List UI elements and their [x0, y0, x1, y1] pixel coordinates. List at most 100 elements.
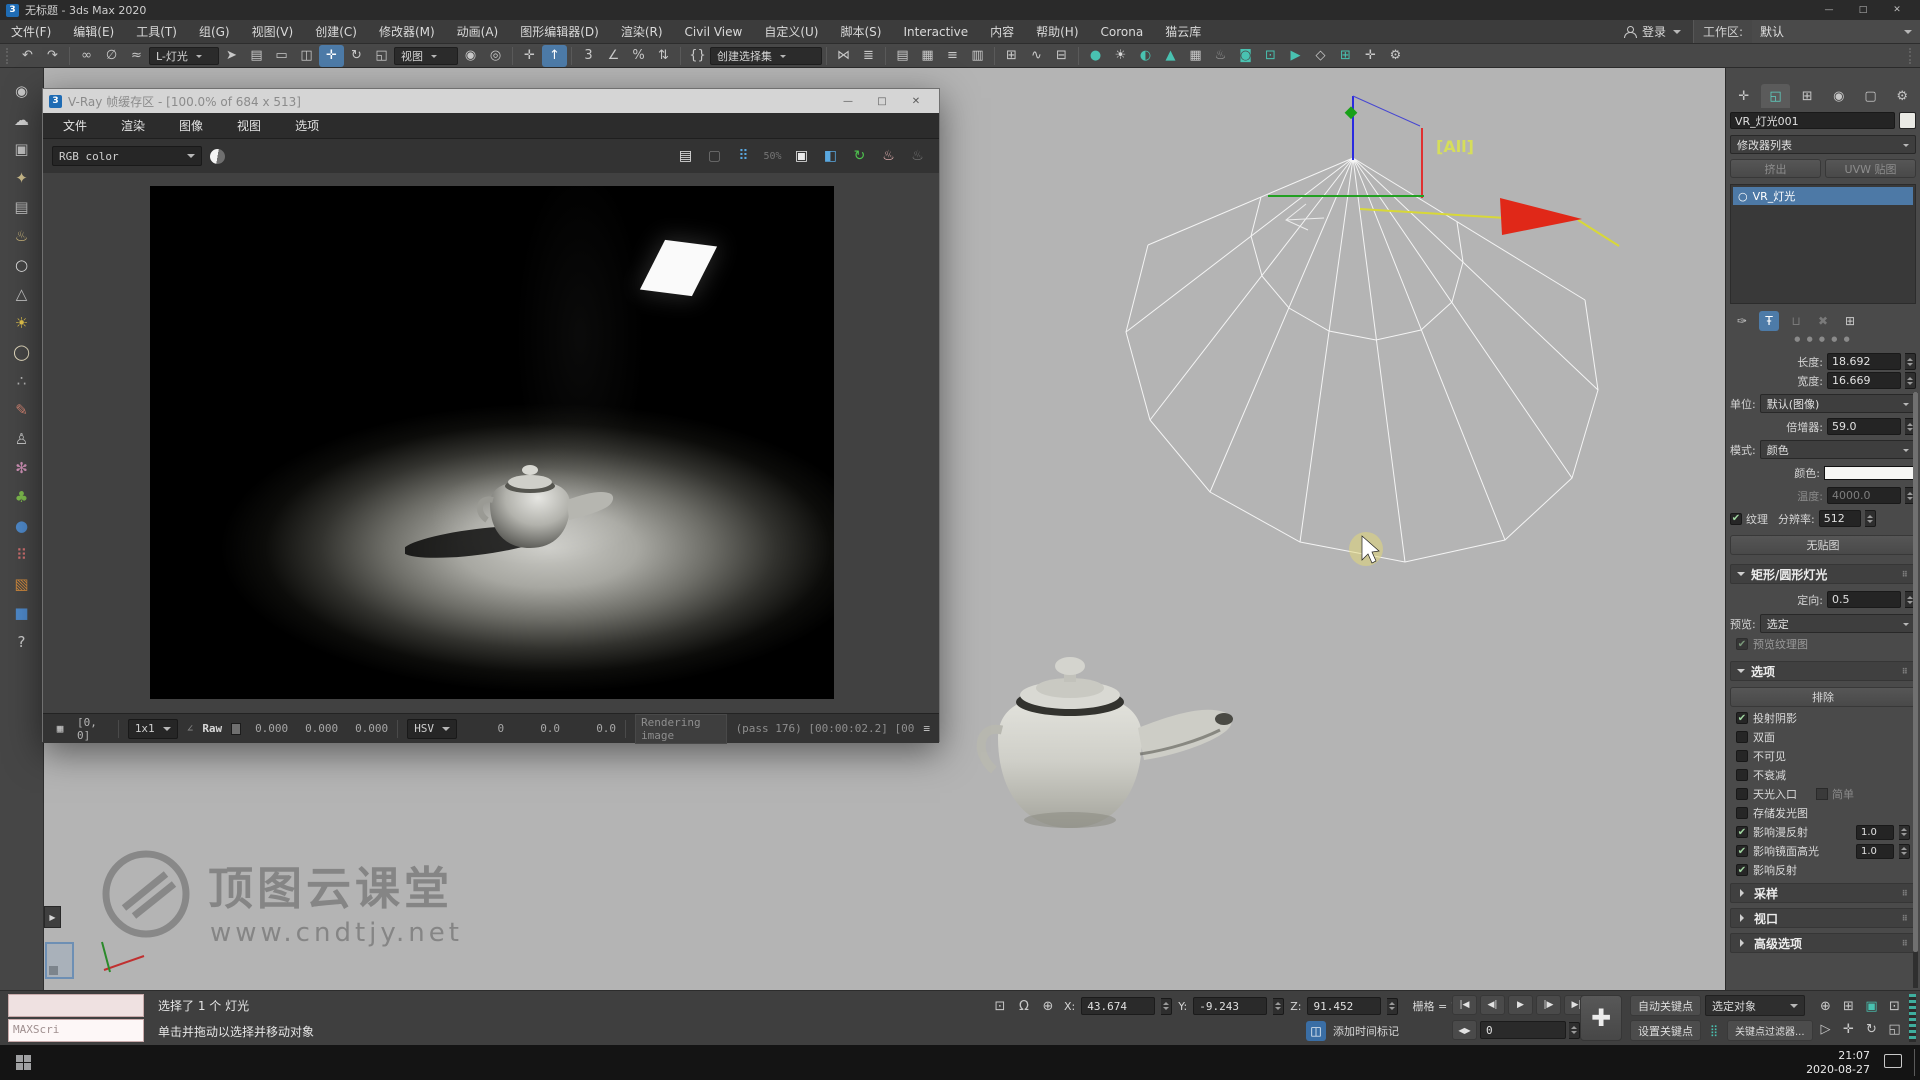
z-coordinate-field[interactable]: 91.452: [1307, 997, 1381, 1015]
key-target-dropdown[interactable]: 选定对象: [1705, 995, 1805, 1016]
stack-tool-icon[interactable]: ✑: [1732, 311, 1752, 331]
manipulate-tool-icon[interactable]: ↑: [542, 45, 567, 67]
link-tool-icon[interactable]: ∅: [99, 45, 124, 67]
selection-tool-icon[interactable]: ➤: [219, 45, 244, 67]
render-tool-icon[interactable]: ♨: [1208, 45, 1233, 67]
left-toolbar-icon[interactable]: ☀: [9, 312, 34, 333]
vfb-window-control[interactable]: ✕: [899, 93, 933, 109]
stack-tool-icon[interactable]: ⊞: [1840, 311, 1860, 331]
window-control-button[interactable]: □: [1846, 2, 1880, 18]
command-panel-tab[interactable]: ⊞: [1792, 84, 1822, 108]
named-selection-set-dropdown[interactable]: 创建选择集: [710, 47, 822, 65]
transform-tool-icon[interactable]: ◱: [369, 45, 394, 67]
vfb-window-control[interactable]: —: [831, 93, 865, 109]
mode-dropdown[interactable]: 颜色: [1760, 440, 1916, 459]
editor-icon[interactable]: ∿: [1024, 45, 1049, 67]
time-tag[interactable]: ◫ 添加时间标记: [1306, 1021, 1399, 1041]
option-checkbox[interactable]: [1736, 731, 1748, 743]
object-name-field[interactable]: VR_灯光001: [1730, 112, 1895, 129]
left-toolbar-icon[interactable]: ○: [9, 254, 34, 275]
current-frame-field[interactable]: 0: [1480, 1021, 1566, 1039]
undo-redo-icon[interactable]: ↶: [15, 45, 40, 67]
mirror-align-icon[interactable]: ≣: [856, 45, 881, 67]
no-map-button[interactable]: 无贴图: [1730, 535, 1916, 555]
menu-item[interactable]: 文件(F): [0, 20, 62, 43]
left-toolbar-icon[interactable]: ◉: [9, 80, 34, 101]
login-button[interactable]: 登录: [1612, 20, 1693, 43]
left-toolbar-icon[interactable]: ⠿: [9, 544, 34, 565]
left-toolbar-icon[interactable]: ✎: [9, 399, 34, 420]
vfb-tool-icon[interactable]: ▤: [673, 145, 698, 167]
pivot-tool-icon[interactable]: ◎: [483, 45, 508, 67]
modifier-list-dropdown[interactable]: 修改器列表: [1730, 135, 1916, 154]
viewport-nav-icon[interactable]: ⊞: [1837, 995, 1860, 1018]
menu-item[interactable]: Civil View: [674, 20, 754, 43]
render-tool-icon[interactable]: ◇: [1308, 45, 1333, 67]
command-panel-tab[interactable]: ◉: [1824, 84, 1854, 108]
length-field[interactable]: 18.692: [1827, 353, 1901, 370]
direction-field[interactable]: 0.5: [1827, 591, 1901, 608]
key-filters-button[interactable]: 关键点过滤器...: [1727, 1020, 1813, 1041]
snap-toggle-icon[interactable]: %: [626, 45, 651, 67]
render-tool-icon[interactable]: ⊡: [1258, 45, 1283, 67]
menu-item[interactable]: 自定义(U): [753, 20, 829, 43]
command-panel-tab[interactable]: ⚙: [1887, 84, 1917, 108]
menu-item[interactable]: 图形编辑器(D): [509, 20, 610, 43]
add-key-button[interactable]: ✚: [1580, 995, 1622, 1041]
channel-dropdown[interactable]: RGB color: [52, 146, 202, 166]
pivot-tool-icon[interactable]: ◉: [458, 45, 483, 67]
selection-lock-icon[interactable]: ⊕: [1038, 996, 1058, 1016]
multiplier-field[interactable]: 59.0: [1827, 418, 1901, 435]
link-tool-icon[interactable]: ≈: [124, 45, 149, 67]
left-toolbar-icon[interactable]: ▣: [9, 138, 34, 159]
menu-item[interactable]: Corona: [1090, 20, 1155, 43]
stack-item-selected[interactable]: ○ VR_灯光: [1733, 187, 1913, 205]
menu-item[interactable]: 组(G): [188, 20, 241, 43]
show-desktop-divider[interactable]: [1914, 1049, 1915, 1076]
left-toolbar-icon[interactable]: ●: [9, 515, 34, 536]
channel-sphere-icon[interactable]: [210, 149, 225, 164]
rollout-resize-handle[interactable]: ● ● ● ● ●: [1726, 333, 1920, 345]
vfb-tool-icon[interactable]: ◧: [818, 145, 843, 167]
left-toolbar-icon[interactable]: ✦: [9, 167, 34, 188]
kernel-dropdown[interactable]: 1x1: [128, 719, 178, 739]
menu-item[interactable]: 帮助(H): [1025, 20, 1089, 43]
viewport-nav-icon[interactable]: ▷: [1814, 1018, 1837, 1041]
preview-texture-checkbox[interactable]: ✔: [1736, 638, 1748, 650]
vfb-titlebar[interactable]: 3 V-Ray 帧缓存区 - [100.0% of 684 x 513] —□✕: [43, 89, 939, 113]
rollout-options[interactable]: 选项⠿: [1730, 661, 1916, 681]
viewport-layout-tab[interactable]: [45, 942, 74, 979]
command-panel-tab[interactable]: ✛: [1729, 84, 1759, 108]
stack-tool-icon[interactable]: Ŧ: [1759, 311, 1779, 331]
menu-item[interactable]: 工具(T): [125, 20, 188, 43]
object-color-swatch[interactable]: [1899, 112, 1916, 129]
isolate-cube-icon[interactable]: ◫: [1306, 1021, 1326, 1041]
x-coordinate-field[interactable]: 43.674: [1081, 997, 1155, 1015]
option-checkbox[interactable]: ✔: [1736, 864, 1748, 876]
frame-nudge-button[interactable]: ◀▶: [1452, 1020, 1477, 1040]
resolution-field[interactable]: 512: [1819, 510, 1861, 527]
render-tool-icon[interactable]: ▦: [1183, 45, 1208, 67]
render-canvas[interactable]: [150, 186, 834, 699]
render-tool-icon[interactable]: ☀: [1108, 45, 1133, 67]
vfb-status-menu-icon[interactable]: ≡: [923, 722, 930, 735]
viewport-teapot[interactable]: [981, 657, 1233, 828]
transport-button[interactable]: |▶: [1536, 995, 1561, 1015]
render-tool-icon[interactable]: ▲: [1158, 45, 1183, 67]
modifier-stack[interactable]: ○ VR_灯光: [1730, 184, 1916, 304]
left-toolbar-icon[interactable]: ✻: [9, 457, 34, 478]
snap-toggle-icon[interactable]: ⇅: [651, 45, 676, 67]
maxscript-mini-listener[interactable]: MAXScri: [8, 1019, 144, 1042]
selection-tool-icon[interactable]: ◫: [294, 45, 319, 67]
modifier-shortcut-button[interactable]: UVW 贴图: [1825, 159, 1916, 178]
mirror-align-icon[interactable]: ⋈: [831, 45, 856, 67]
pixel-info-icon[interactable]: ▦: [52, 718, 68, 740]
menu-item[interactable]: 内容: [979, 20, 1025, 43]
toolbar-grip[interactable]: [1909, 48, 1914, 64]
snap-toggle-icon[interactable]: 3: [576, 45, 601, 67]
transport-button[interactable]: ▶: [1508, 995, 1533, 1015]
left-toolbar-icon[interactable]: ♣: [9, 486, 34, 507]
x-spinner[interactable]: [1161, 998, 1172, 1015]
viewport-nav-icon[interactable]: ⊡: [1883, 995, 1906, 1018]
key-filter-icon[interactable]: ⣿: [1705, 1020, 1723, 1042]
